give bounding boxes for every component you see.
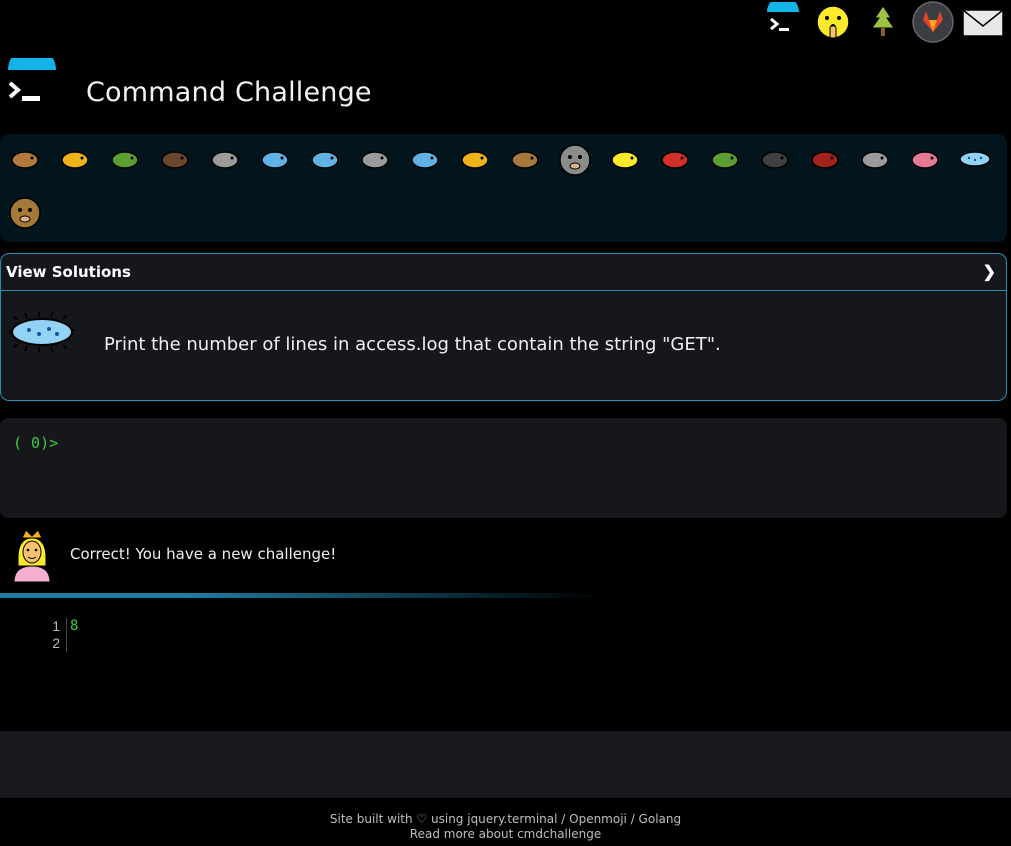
spider-web-icon[interactable] bbox=[200, 134, 250, 184]
spider-icon[interactable] bbox=[750, 134, 800, 184]
footer: Site built with ♡ using jquery.terminal … bbox=[0, 812, 1011, 842]
terminal-prompt: ( 0)> bbox=[13, 434, 59, 452]
view-solutions-label: View Solutions bbox=[6, 263, 131, 281]
bee-icon[interactable] bbox=[600, 134, 650, 184]
terminal[interactable]: ( 0)> bbox=[0, 418, 1007, 518]
golang-link[interactable]: Golang bbox=[639, 812, 682, 826]
whale-icon[interactable] bbox=[250, 134, 300, 184]
output-lines: 8 bbox=[70, 618, 78, 635]
footer-line-1: Site built with ♡ using jquery.terminal … bbox=[0, 812, 1011, 827]
view-solutions-toggle[interactable]: View Solutions ❯ bbox=[1, 254, 1006, 291]
gitlab-icon[interactable] bbox=[909, 0, 957, 44]
microbe-icon[interactable] bbox=[950, 134, 1000, 184]
line-number: 2 bbox=[52, 635, 60, 651]
wolf-icon[interactable] bbox=[550, 134, 600, 184]
monkey-icon[interactable] bbox=[0, 187, 50, 237]
line-number: 1 bbox=[52, 618, 60, 634]
microbe-icon bbox=[9, 311, 75, 353]
snail-icon[interactable] bbox=[0, 134, 50, 184]
shushing-face-icon[interactable] bbox=[809, 0, 857, 44]
challenge-progress-bar bbox=[0, 134, 1007, 242]
worm-icon[interactable] bbox=[900, 134, 950, 184]
challenge-description: Print the number of lines in access.log … bbox=[104, 334, 721, 355]
bottom-bar bbox=[0, 731, 1011, 798]
fly-icon[interactable] bbox=[850, 134, 900, 184]
princess-icon bbox=[10, 528, 54, 583]
divider bbox=[0, 593, 600, 598]
fish-icon[interactable] bbox=[400, 134, 450, 184]
ladybug-icon[interactable] bbox=[650, 134, 700, 184]
cricket-icon[interactable] bbox=[700, 134, 750, 184]
chevron-right-icon: ❯ bbox=[982, 264, 996, 281]
tree-icon[interactable] bbox=[859, 0, 907, 44]
mail-icon[interactable] bbox=[959, 0, 1007, 44]
tropical-fish-icon[interactable] bbox=[450, 134, 500, 184]
blowfish-icon[interactable] bbox=[500, 134, 550, 184]
dolphin-icon[interactable] bbox=[300, 134, 350, 184]
shark-icon[interactable] bbox=[350, 134, 400, 184]
cmdchallenge-logo-icon[interactable] bbox=[759, 0, 807, 44]
jquery-terminal-link[interactable]: jquery.terminal bbox=[467, 812, 557, 826]
read-more-link[interactable]: Read more about cmdchallenge bbox=[0, 827, 1011, 842]
openmoji-link[interactable]: Openmoji bbox=[569, 812, 627, 826]
line-number-gutter: 1 2 bbox=[30, 618, 67, 652]
ant-icon[interactable] bbox=[150, 134, 200, 184]
footer-text: Site built with ♡ using bbox=[329, 812, 468, 826]
separator: / bbox=[557, 812, 570, 826]
feedback-message: Correct! You have a new challenge! bbox=[0, 528, 1011, 588]
scorpion-icon[interactable] bbox=[800, 134, 850, 184]
challenge-panel: View Solutions ❯ Print the number of lin… bbox=[0, 253, 1007, 401]
top-icon-bar bbox=[759, 0, 1011, 44]
page-header: Command Challenge bbox=[0, 46, 1011, 130]
terminal-logo-icon[interactable] bbox=[6, 46, 58, 110]
page-title: Command Challenge bbox=[86, 77, 372, 108]
feedback-text: Correct! You have a new challenge! bbox=[70, 545, 337, 563]
caterpillar-icon[interactable] bbox=[100, 134, 150, 184]
output-line: 8 bbox=[70, 618, 79, 634]
butterfly-icon[interactable] bbox=[50, 134, 100, 184]
separator: / bbox=[626, 812, 639, 826]
